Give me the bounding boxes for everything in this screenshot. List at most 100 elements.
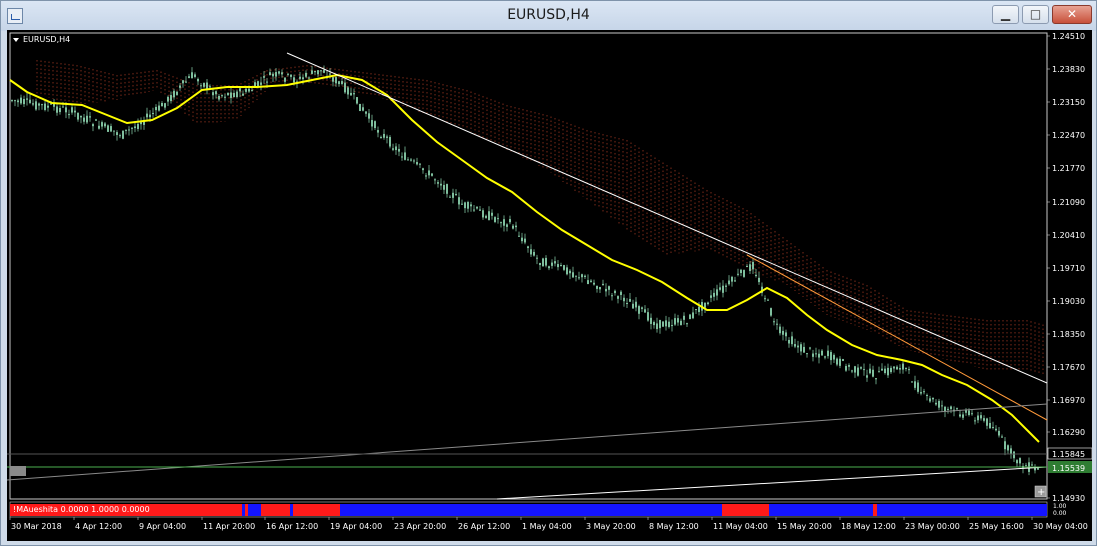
chart-canvas[interactable]: EURUSD,H4 + 1.24510 1.23830 1.23150 1.22470… bbox=[7, 30, 1092, 541]
trend-line-lower[interactable] bbox=[496, 466, 1048, 500]
time-tick-label: 1 May 04:00 bbox=[522, 522, 572, 531]
candle-body bbox=[182, 80, 184, 84]
candle-body bbox=[140, 122, 142, 125]
candle-body bbox=[602, 283, 604, 286]
candle-body bbox=[107, 125, 109, 132]
candle-body bbox=[902, 363, 904, 370]
candle-body bbox=[71, 107, 73, 113]
line-price-label: 1.15845 bbox=[1052, 450, 1085, 459]
price-tick-label: 1.18350 bbox=[1052, 330, 1085, 339]
candlestick-series bbox=[11, 65, 1039, 476]
candle-body bbox=[47, 105, 49, 108]
candle-body bbox=[29, 99, 31, 103]
candle-body bbox=[689, 314, 691, 319]
candle-body bbox=[833, 354, 835, 360]
candle-body bbox=[287, 73, 289, 75]
candle-body bbox=[461, 203, 463, 205]
candle-body bbox=[206, 82, 208, 89]
candle-body bbox=[38, 103, 40, 106]
candle-body bbox=[791, 336, 793, 345]
candle-body bbox=[176, 91, 178, 95]
candle-body bbox=[416, 162, 418, 165]
candle-body bbox=[596, 285, 598, 289]
trend-line-main[interactable] bbox=[286, 52, 1048, 384]
candle-body bbox=[383, 133, 385, 138]
candle-body bbox=[854, 366, 856, 373]
candle-body bbox=[443, 184, 445, 190]
candle-body bbox=[491, 212, 493, 216]
candle-body bbox=[98, 125, 100, 129]
candle-body bbox=[785, 332, 787, 337]
candle-body bbox=[17, 100, 19, 103]
candle-body bbox=[947, 408, 949, 410]
symbol-dropdown-icon[interactable] bbox=[13, 38, 19, 42]
candle-body bbox=[398, 148, 400, 152]
candle-body bbox=[917, 382, 919, 392]
candle-body bbox=[776, 323, 778, 325]
candle-body bbox=[929, 398, 931, 402]
chart-area[interactable]: EURUSD,H4 + 1.24510 1.23830 1.23150 1.22470… bbox=[7, 30, 1092, 541]
candle-body bbox=[890, 367, 892, 373]
close-button[interactable]: ✕ bbox=[1052, 5, 1092, 24]
candle-body bbox=[464, 202, 466, 209]
candle-body bbox=[197, 78, 199, 82]
candle-body bbox=[401, 156, 403, 158]
candle-body bbox=[536, 257, 538, 259]
time-tick-label: 4 Apr 12:00 bbox=[75, 522, 122, 531]
time-tick-label: 16 Apr 12:00 bbox=[266, 522, 318, 531]
candle-body bbox=[1031, 464, 1033, 466]
candle-body bbox=[530, 249, 532, 255]
indicator-bar bbox=[261, 504, 290, 516]
candle-body bbox=[422, 168, 424, 171]
candle-body bbox=[248, 88, 250, 92]
candle-body bbox=[731, 276, 733, 282]
candle-body bbox=[302, 77, 304, 80]
candle-body bbox=[992, 426, 994, 428]
candle-body bbox=[359, 103, 361, 111]
candle-body bbox=[452, 192, 454, 198]
candle-body bbox=[821, 350, 823, 356]
candle-body bbox=[671, 325, 673, 327]
candle-body bbox=[116, 132, 118, 135]
candle-body bbox=[896, 366, 898, 370]
candle-body bbox=[542, 258, 544, 267]
candle-body bbox=[908, 369, 910, 371]
candle-body bbox=[467, 202, 469, 209]
candle-body bbox=[350, 92, 352, 96]
chart-shift-marker[interactable] bbox=[10, 466, 26, 476]
candle-body bbox=[773, 321, 775, 323]
candle-body bbox=[653, 322, 655, 326]
candle-body bbox=[149, 114, 151, 118]
candle-body bbox=[647, 312, 649, 321]
candle-body bbox=[314, 71, 316, 73]
candle-body bbox=[41, 104, 43, 106]
candle-body bbox=[428, 170, 430, 176]
candle-body bbox=[719, 287, 721, 290]
candle-body bbox=[725, 285, 727, 287]
candle-body bbox=[650, 317, 652, 324]
price-tick-label: 1.22470 bbox=[1052, 131, 1085, 140]
maximize-button[interactable]: □ bbox=[1022, 5, 1049, 24]
trend-line-grey[interactable] bbox=[7, 403, 1048, 481]
candle-body bbox=[809, 347, 811, 349]
candle-body bbox=[1001, 436, 1003, 438]
candle-body bbox=[863, 369, 865, 371]
candle-body bbox=[230, 92, 232, 98]
candle-body bbox=[512, 225, 514, 229]
candle-body bbox=[167, 96, 169, 102]
candle-body bbox=[1004, 441, 1006, 450]
candle-body bbox=[191, 72, 193, 79]
candle-body bbox=[56, 106, 58, 113]
candle-body bbox=[263, 76, 265, 78]
minimize-button[interactable]: ▁ bbox=[992, 5, 1019, 24]
candle-body bbox=[299, 76, 301, 79]
candle-body bbox=[959, 414, 961, 417]
candle-body bbox=[728, 280, 730, 285]
candle-body bbox=[1007, 445, 1009, 451]
candle-body bbox=[782, 330, 784, 335]
candle-body bbox=[80, 115, 82, 118]
candle-body bbox=[404, 152, 406, 160]
title-bar[interactable]: EURUSD,H4 ▁ □ ✕ bbox=[1, 1, 1096, 31]
candle-body bbox=[839, 358, 841, 366]
candle-body bbox=[77, 112, 79, 120]
